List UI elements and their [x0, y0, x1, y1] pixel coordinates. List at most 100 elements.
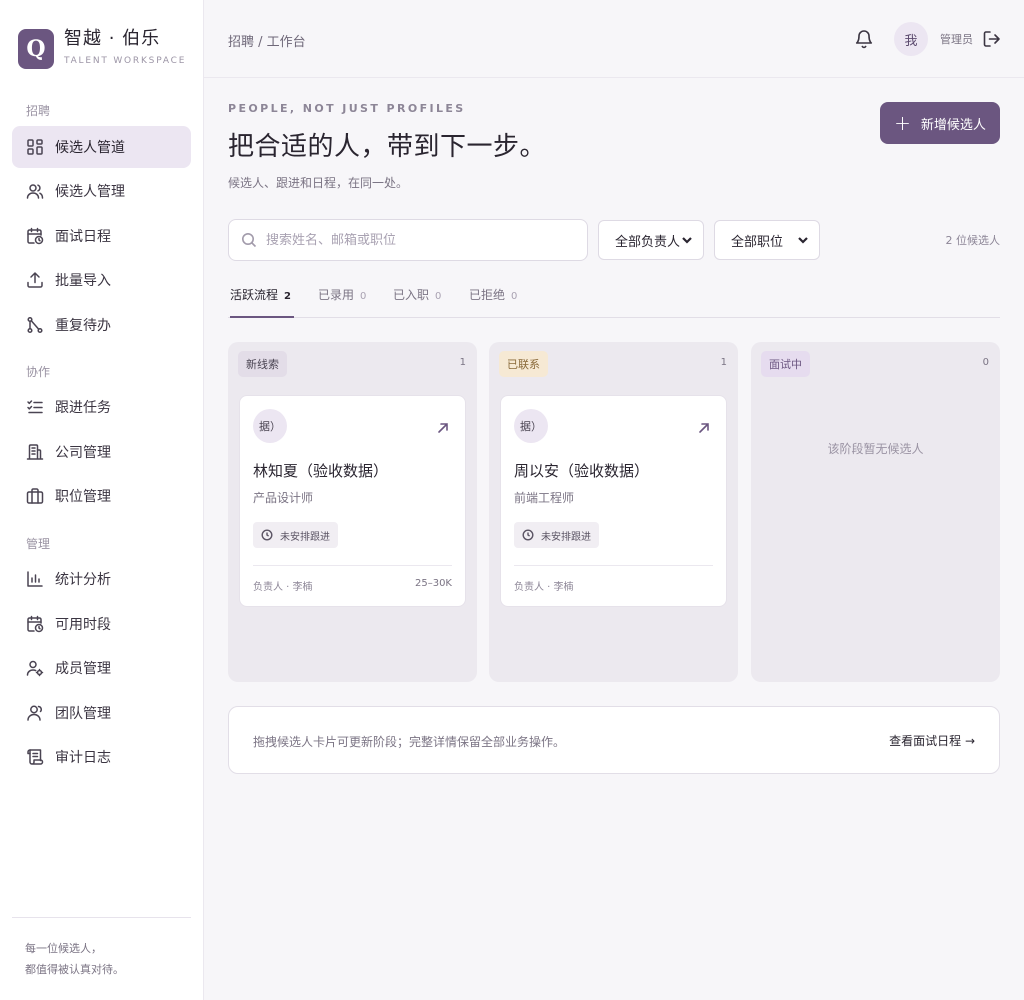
sidebar-item-interview-schedule[interactable]: 面试日程: [12, 215, 191, 257]
breadcrumb[interactable]: 招聘 / 工作台: [228, 31, 306, 50]
bar-chart-icon: [26, 570, 44, 588]
follow-up-badge-label: 未安排跟进: [541, 531, 591, 543]
building-icon: [26, 443, 44, 461]
tab-count: 0: [360, 291, 367, 302]
follow-up-badge: 未安排跟进: [253, 522, 338, 548]
tab-count: 0: [511, 291, 518, 302]
sidebar-item-team-management[interactable]: 团队管理: [12, 692, 191, 734]
sidebar-item-position-management[interactable]: 职位管理: [12, 475, 191, 517]
sidebar-item-label: 候选人管理: [55, 184, 125, 200]
upload-icon: [26, 271, 44, 289]
users-icon: [26, 182, 44, 200]
chevron-down-icon: [797, 234, 809, 246]
sidebar-item-duplicate-todo[interactable]: 重复待办: [12, 304, 191, 346]
sidebar-item-statistics[interactable]: 统计分析: [12, 558, 191, 600]
page-title: 把合适的人，带到下一步。: [228, 132, 547, 162]
logout-icon[interactable]: [982, 29, 1002, 49]
sidebar-item-member-management[interactable]: 成员管理: [12, 647, 191, 689]
empty-column-text: 该阶段暂无候选人: [827, 442, 924, 456]
candidate-owner: 负责人 · 李楠: [253, 582, 313, 593]
sidebar-item-label: 团队管理: [55, 706, 111, 722]
sidebar-item-label: 统计分析: [55, 572, 111, 588]
arrow-up-right-icon[interactable]: [437, 419, 449, 433]
topbar: 招聘 / 工作台 我 管理员: [204, 0, 1024, 78]
scroll-icon: [26, 748, 44, 766]
sidebar-item-label: 成员管理: [55, 661, 111, 677]
candidate-role: 前端工程师: [514, 491, 575, 505]
search-icon: [242, 233, 257, 248]
tab-label: 已拒绝: [469, 288, 506, 302]
hint-panel: 拖拽候选人卡片可更新阶段；完整详情保留全部业务操作。 查看面试日程 →: [228, 706, 1000, 774]
hint-text: 拖拽候选人卡片可更新阶段；完整详情保留全部业务操作。: [253, 735, 566, 749]
owner-select[interactable]: 全部负责人: [598, 220, 704, 260]
candidate-card[interactable]: 据） 周以安（验收数据） 前端工程师 未安排跟进 负责人 · 李楠: [500, 395, 727, 607]
sidebar-item-label: 候选人管道: [55, 140, 125, 156]
candidate-card[interactable]: 据） 林知夏（验收数据） 产品设计师 未安排跟进 负责人 · 李楠 25–30K: [239, 395, 466, 607]
sidebar-item-candidate-management[interactable]: 候选人管理: [12, 170, 191, 212]
card-divider: [253, 565, 452, 566]
position-select[interactable]: 全部职位: [714, 220, 820, 260]
candidate-salary: 25–30K: [414, 578, 452, 589]
position-select-value: 全部职位: [731, 234, 784, 250]
merge-icon: [26, 316, 44, 334]
candidate-name: 周以安（验收数据）: [514, 462, 650, 480]
stage-count: 1: [459, 357, 466, 368]
checklist-icon: [26, 398, 44, 416]
add-candidate-label: 新增候选人: [920, 117, 986, 133]
sidebar-footer-line: 每一位候选人，: [25, 942, 102, 955]
tab-onboarded[interactable]: 已入职 0: [393, 286, 441, 318]
bell-icon[interactable]: [854, 28, 874, 50]
candidate-role: 产品设计师: [253, 491, 314, 505]
stage-tag: 已联系: [499, 351, 548, 377]
tab-label: 已入职: [393, 288, 430, 302]
nav-section-recruiting: 招聘: [26, 104, 51, 118]
candidate-avatar: 据）: [514, 409, 548, 443]
calendar-clock-icon: [26, 615, 44, 633]
sidebar-item-audit-log[interactable]: 审计日志: [12, 736, 191, 778]
brand-name: 智越 · 伯乐: [64, 28, 161, 49]
sidebar-footer-line: 都值得被认真对待。: [25, 963, 124, 976]
sidebar-item-candidate-pipeline[interactable]: 候选人管道: [12, 126, 191, 168]
sidebar-item-label: 可用时段: [55, 617, 111, 633]
tab-rejected[interactable]: 已拒绝 0: [469, 286, 517, 318]
chevron-down-icon: [681, 234, 693, 246]
sidebar-item-available-slots[interactable]: 可用时段: [12, 603, 191, 645]
kanban-column-contacted: 已联系 1 据） 周以安（验收数据） 前端工程师 未安排跟进 负责人 · 李楠: [489, 342, 738, 682]
sidebar-item-label: 职位管理: [55, 489, 111, 505]
stage-count: 1: [720, 357, 727, 368]
nav-section-admin: 管理: [26, 537, 51, 551]
sidebar-item-label: 审计日志: [55, 750, 111, 766]
search-input[interactable]: [266, 232, 566, 248]
tab-active-pipeline[interactable]: 活跃流程 2: [230, 286, 294, 318]
add-candidate-button[interactable]: + 新增候选人: [880, 102, 1000, 144]
stage-tag: 面试中: [761, 351, 810, 377]
view-interview-schedule-link[interactable]: 查看面试日程 →: [889, 732, 975, 749]
avatar[interactable]: 我: [894, 22, 928, 56]
briefcase-icon: [26, 487, 44, 505]
owner-select-value: 全部负责人: [615, 234, 681, 250]
kanban-column-new-lead: 新线索 1 据） 林知夏（验收数据） 产品设计师 未安排跟进 负责人 · 李楠 …: [228, 342, 477, 682]
sidebar-item-label: 公司管理: [55, 445, 111, 461]
sidebar-footer: 每一位候选人， 都值得被认真对待。: [25, 938, 124, 980]
clock-icon: [261, 529, 273, 541]
search-box[interactable]: [228, 219, 588, 261]
sidebar-item-label: 跟进任务: [55, 400, 111, 416]
candidate-name: 林知夏（验收数据）: [253, 462, 389, 480]
stage-count: 0: [982, 357, 989, 368]
sidebar-item-bulk-import[interactable]: 批量导入: [12, 259, 191, 301]
arrow-up-right-icon[interactable]: [698, 419, 710, 433]
brand[interactable]: Q 智越 · 伯乐 TALENT WORKSPACE: [18, 28, 186, 69]
follow-up-badge: 未安排跟进: [514, 522, 599, 548]
tab-count: 0: [435, 291, 442, 302]
tab-hired[interactable]: 已录用 0: [318, 286, 366, 318]
sidebar-item-label: 批量导入: [55, 273, 111, 289]
sidebar-item-follow-up-tasks[interactable]: 跟进任务: [12, 386, 191, 428]
follow-up-badge-label: 未安排跟进: [280, 531, 330, 543]
sidebar-divider: [12, 917, 191, 918]
candidate-count: 2 位候选人: [945, 234, 1001, 247]
clock-icon: [522, 529, 534, 541]
candidate-owner: 负责人 · 李楠: [514, 582, 574, 593]
team-icon: [26, 704, 44, 722]
sidebar-item-company-management[interactable]: 公司管理: [12, 431, 191, 473]
sidebar: Q 智越 · 伯乐 TALENT WORKSPACE 招聘 候选人管道 候选人管…: [0, 0, 204, 1000]
